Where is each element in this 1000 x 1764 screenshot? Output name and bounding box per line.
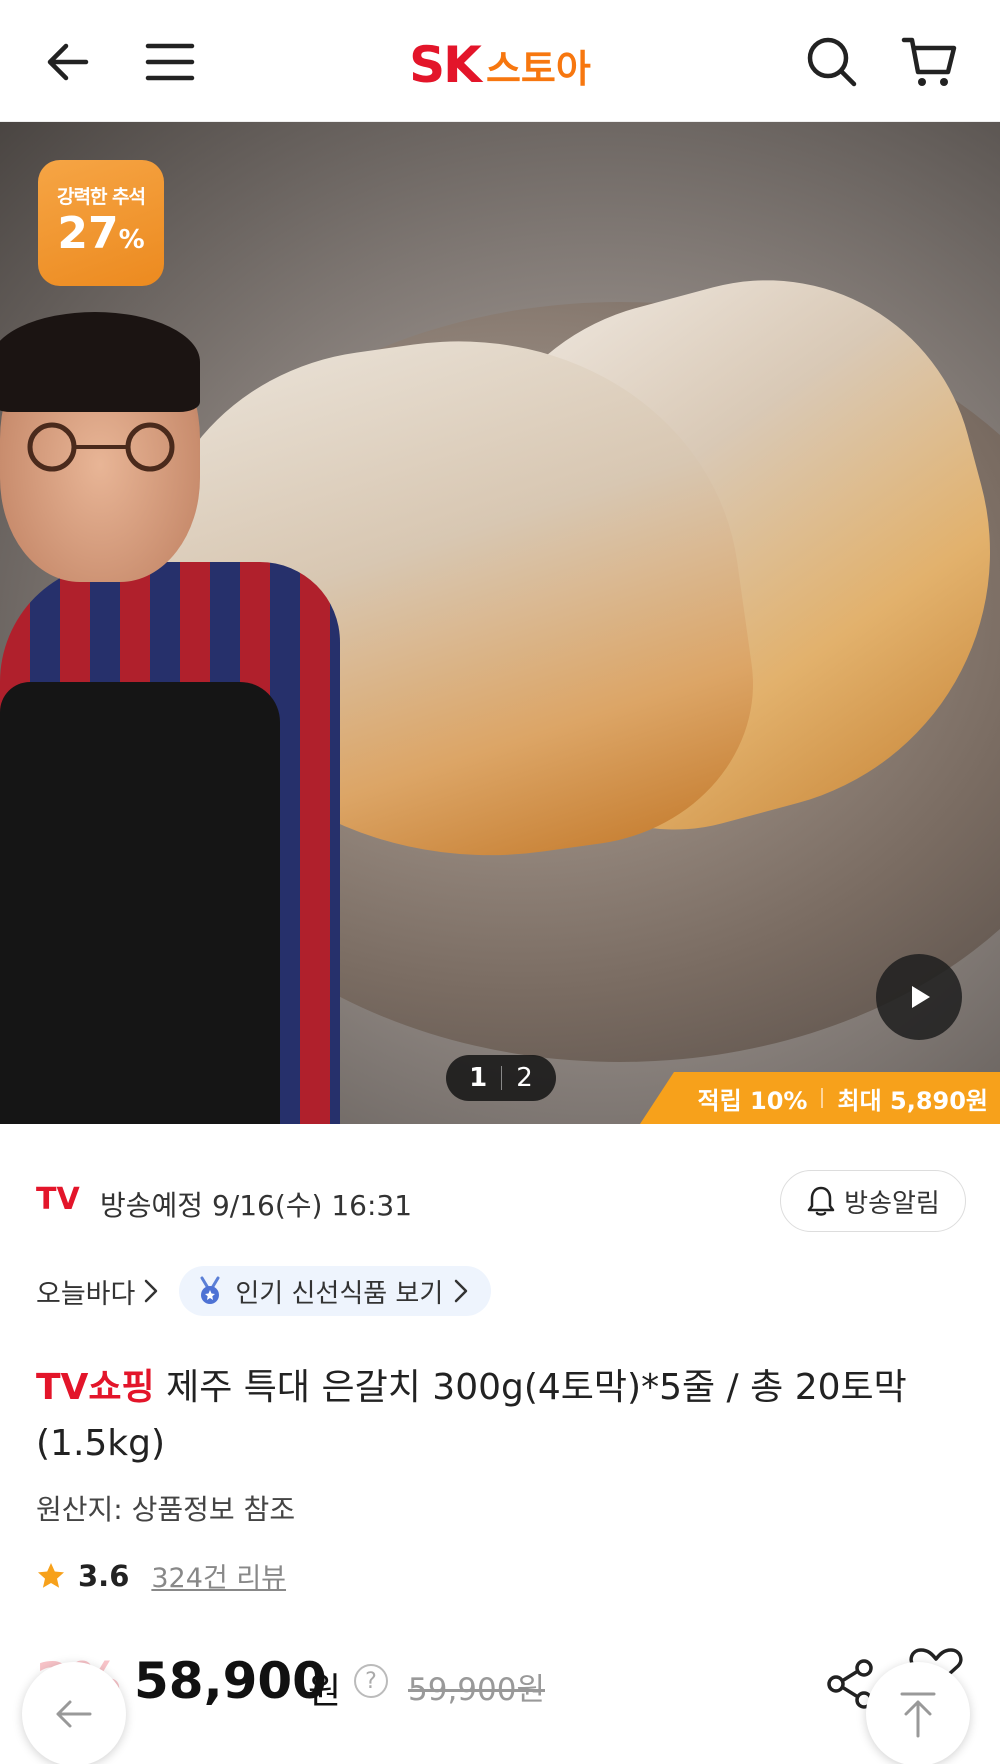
broadcast-alarm-button[interactable]: 방송알림: [780, 1170, 966, 1232]
points-max: 최대 5,890원: [837, 1086, 988, 1115]
category-row: 오늘바다 인기 신선식품 보기: [36, 1266, 966, 1316]
original-price: 59,900원: [408, 1672, 545, 1708]
play-video-button[interactable]: [876, 954, 962, 1040]
tv-tag: TV: [36, 1182, 80, 1217]
badge-caption: 강력한 추석: [56, 186, 146, 208]
points-rate: 적립 10%: [697, 1086, 808, 1115]
sale-price: 58,900: [134, 1652, 327, 1710]
cart-button[interactable]: [898, 30, 962, 94]
broadcast-schedule: 방송예정 9/16(수) 16:31: [100, 1189, 413, 1222]
discount-badge: 강력한 추석 27%: [38, 160, 164, 286]
cart-icon: [901, 37, 957, 86]
tv-shopping-label: TV쇼핑: [36, 1367, 155, 1408]
badge-percent: 27%: [57, 208, 145, 259]
broadcast-info-row: TV 방송예정 9/16(수) 16:31 방송알림: [36, 1170, 966, 1232]
medal-icon: [200, 1276, 220, 1304]
bell-icon: [807, 1186, 835, 1216]
chevron-right-icon: [455, 1279, 468, 1303]
rating-row: 3.6 324건 리뷰: [36, 1556, 286, 1595]
brand-link-label: 오늘바다: [36, 1278, 136, 1310]
chip-label: 인기 신선식품 보기: [235, 1278, 444, 1309]
top-app-bar: SK 스토아: [0, 0, 1000, 122]
brand-link[interactable]: 오늘바다: [36, 1272, 159, 1311]
logo-sk-text: SK: [409, 36, 482, 94]
floating-back-button[interactable]: [22, 1662, 126, 1764]
star-icon: [38, 1562, 64, 1588]
product-image-carousel[interactable]: 강력한 추석 27% 1 2 적립 10% 최대 5,890원: [0, 122, 1000, 1124]
arrow-up-icon: [900, 1692, 936, 1738]
chef-photo: [0, 312, 340, 1124]
pager-current: 1: [469, 1063, 488, 1093]
points-banner: 적립 10% 최대 5,890원: [640, 1072, 1000, 1124]
scroll-to-top-button[interactable]: [866, 1662, 970, 1764]
popular-fresh-food-chip[interactable]: 인기 신선식품 보기: [179, 1266, 492, 1316]
pager-total: 2: [516, 1063, 533, 1093]
currency-label: 원: [308, 1671, 342, 1712]
image-pager: 1 2: [446, 1055, 556, 1101]
alarm-label: 방송알림: [844, 1188, 940, 1219]
search-icon: [807, 37, 857, 87]
play-icon: [912, 986, 930, 1008]
rating-score: 3.6: [78, 1558, 130, 1593]
search-button[interactable]: [800, 30, 864, 94]
product-name: 제주 특대 은갈치 300g(4토막)*5줄 / 총 20토막 (1.5kg): [36, 1367, 907, 1464]
review-count-link[interactable]: 324건 리뷰: [151, 1556, 286, 1595]
arrow-left-icon: [56, 1700, 92, 1728]
origin-info: 원산지: 상품정보 참조: [36, 1493, 296, 1526]
logo-store-text: 스토아: [485, 47, 591, 91]
product-title: TV쇼핑 제주 특대 은갈치 300g(4토막)*5줄 / 총 20토막 (1.…: [36, 1360, 966, 1472]
price-help-button[interactable]: ?: [354, 1664, 388, 1698]
price-row: 2% 58,900 원 ? 59,900원: [36, 1648, 966, 1718]
chevron-right-icon: [145, 1279, 158, 1303]
